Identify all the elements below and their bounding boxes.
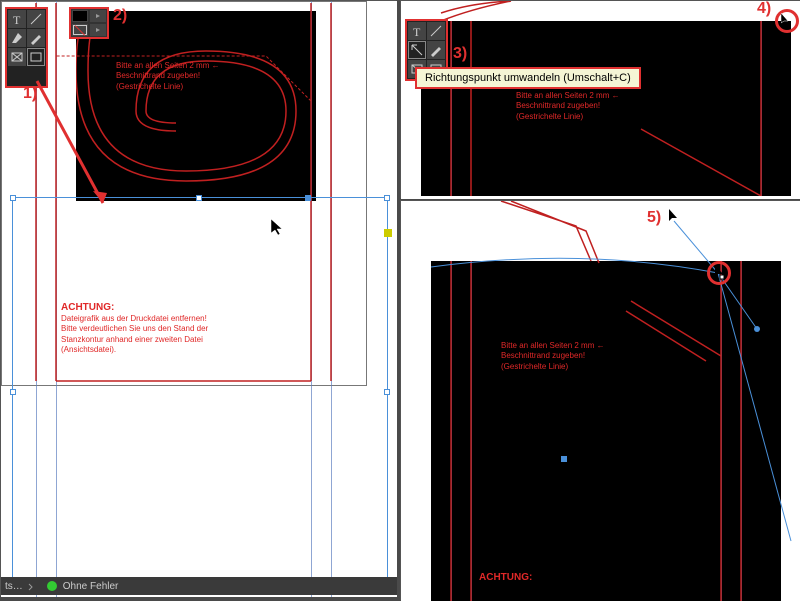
warn-b2: Bitte verdeutlichen Sie uns den Stand de… bbox=[61, 324, 208, 333]
wtr2: Beschnittrand zugeben! bbox=[516, 101, 600, 110]
annotation-2: 2) bbox=[113, 7, 127, 25]
convert-point-tool[interactable] bbox=[408, 41, 426, 59]
warn-top: Bitte an allen Seiten 2 mm ← Beschnittra… bbox=[116, 61, 220, 92]
wtr1: Bitte an allen Seiten 2 mm bbox=[516, 91, 609, 100]
panel-left: Bitte an allen Seiten 2 mm ← Beschnittra… bbox=[0, 0, 396, 596]
pencil-tool-2[interactable] bbox=[427, 41, 445, 59]
status-dot bbox=[47, 581, 57, 591]
sel-handle-tc[interactable] bbox=[196, 195, 202, 201]
stroke-swatch[interactable] bbox=[71, 23, 89, 37]
annotation-3: 3) bbox=[453, 45, 467, 63]
warn-b3: Stanzkontur anhand einer zweiten Datei bbox=[61, 335, 203, 344]
status-left: ts… bbox=[5, 581, 23, 592]
warn-heading: ACHTUNG: bbox=[61, 302, 114, 313]
cursor-convert-icon bbox=[669, 209, 681, 225]
annotation-arrow bbox=[25, 77, 115, 217]
statusbar: ts… Ohne Fehler bbox=[1, 577, 397, 595]
sel-handle-tl[interactable] bbox=[10, 195, 16, 201]
annotation-5: 5) bbox=[647, 209, 661, 227]
status-text: Ohne Fehler bbox=[63, 581, 119, 592]
warn-b1: Dateigrafik aus der Druckdatei entfernen… bbox=[61, 314, 207, 323]
sel-handle-rot[interactable] bbox=[305, 195, 311, 201]
rect-frame-tool[interactable] bbox=[8, 48, 26, 66]
fill-flyout[interactable] bbox=[89, 9, 107, 23]
warn-tr: Bitte an allen Seiten 2 mm ← Beschnittra… bbox=[516, 91, 620, 122]
artboard-tr: Bitte an allen Seiten 2 mm ← Beschnittra… bbox=[421, 21, 791, 196]
warn-b4: (Ansichtsdatei). bbox=[61, 345, 116, 354]
sel-handle-ml[interactable] bbox=[10, 389, 16, 395]
panel-bottom-right: Bitte an allen Seiten 2 mm ← Beschnittra… bbox=[400, 200, 800, 600]
line-tool[interactable] bbox=[27, 10, 45, 28]
anchor-point[interactable] bbox=[561, 456, 567, 462]
svg-text:T: T bbox=[413, 25, 421, 38]
annotation-1: 1) bbox=[23, 85, 37, 103]
warn-bottom: ACHTUNG: Dateigrafik aus der Druckdatei … bbox=[61, 301, 208, 356]
type-tool[interactable]: T bbox=[8, 10, 26, 28]
svg-text:T: T bbox=[13, 13, 21, 26]
tooltip: Richtungspunkt umwandeln (Umschalt+C) bbox=[415, 67, 641, 89]
warn-l1: Bitte an allen Seiten 2 mm bbox=[116, 61, 209, 70]
toolbox-main: T bbox=[5, 7, 48, 88]
sel-handle-tr[interactable] bbox=[384, 195, 390, 201]
wtr3: (Gestrichelte Linie) bbox=[516, 112, 583, 121]
warn-l2: Beschnittrand zugeben! bbox=[116, 71, 200, 80]
swatch-panel bbox=[69, 7, 109, 39]
panel-top-right: Bitte an allen Seiten 2 mm ← Beschnittra… bbox=[400, 0, 800, 198]
yellow-handle[interactable] bbox=[384, 229, 392, 237]
cursor-icon-2 bbox=[781, 13, 791, 27]
cursor-anchor-icon bbox=[715, 265, 727, 281]
pen-tool[interactable] bbox=[8, 29, 26, 47]
stroke-flyout[interactable] bbox=[89, 23, 107, 37]
sel-handle-mr[interactable] bbox=[384, 389, 390, 395]
pencil-tool[interactable] bbox=[27, 29, 45, 47]
fill-swatch[interactable] bbox=[71, 9, 89, 23]
warn-l3: (Gestrichelte Linie) bbox=[116, 82, 183, 91]
rect-tool[interactable] bbox=[27, 48, 45, 66]
line-tool-2[interactable] bbox=[427, 22, 445, 40]
annotation-4: 4) bbox=[757, 0, 771, 18]
canvas-tr[interactable]: Bitte an allen Seiten 2 mm ← Beschnittra… bbox=[401, 1, 800, 199]
canvas-br[interactable]: Bitte an allen Seiten 2 mm ← Beschnittra… bbox=[401, 201, 800, 601]
cursor-arrow-icon bbox=[271, 219, 285, 237]
type-tool-2[interactable]: T bbox=[408, 22, 426, 40]
